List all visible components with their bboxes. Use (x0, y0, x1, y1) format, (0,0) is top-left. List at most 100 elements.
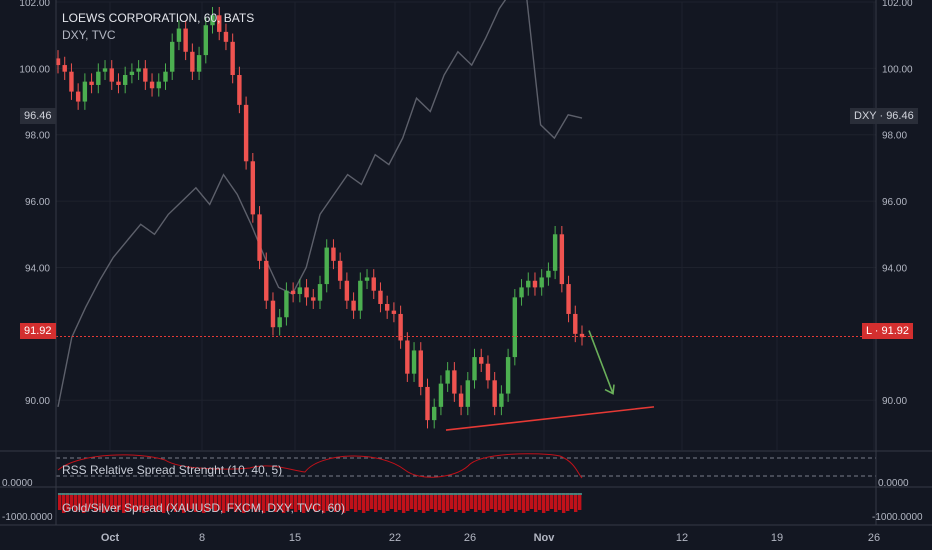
candle-body (230, 41, 235, 76)
candle-body (304, 287, 309, 298)
candle-body (82, 81, 88, 102)
gold-silver-bar (438, 493, 442, 510)
candle-body (552, 234, 558, 271)
candle-body (445, 370, 450, 384)
y-tick-label-left: 90.00 (25, 396, 50, 407)
gold-silver-bar (422, 493, 426, 513)
candle-body (102, 68, 108, 72)
candle-body (75, 91, 81, 102)
current-price-right-label: L · 91.92 (862, 323, 914, 339)
gold-silver-bar (366, 493, 370, 511)
dxy-left-label: 96.46 (20, 108, 56, 124)
gold-silver-bar (382, 493, 386, 513)
candle-body (351, 300, 356, 311)
candle-body (465, 380, 470, 407)
candle-body (411, 350, 417, 374)
gold-silver-bar (570, 493, 574, 509)
candle-body (344, 280, 350, 301)
gold-silver-bar (454, 493, 458, 512)
x-tick-label: 26 (868, 532, 880, 544)
candle-body (297, 287, 303, 295)
gold-silver-bar (510, 493, 514, 509)
candle-body (512, 297, 518, 358)
gold-silver-bar (494, 493, 498, 512)
gold-silver-bar (410, 493, 414, 509)
candle-body (331, 247, 336, 261)
candle-body (277, 317, 282, 328)
gold-silver-bar (402, 493, 406, 513)
candle-body (371, 277, 376, 291)
candle-body (479, 357, 484, 364)
gold-silver-bar (434, 493, 438, 512)
y-tick-label-left: 96.00 (25, 197, 50, 208)
rss-scale-right: 0.0000 (878, 478, 909, 489)
gold-silver-bar (538, 493, 542, 510)
candle-body (109, 68, 114, 82)
candle-body (546, 270, 551, 278)
candle-body (405, 340, 410, 374)
gold-silver-bar (450, 493, 454, 509)
candle-body (170, 41, 175, 72)
candle-body (425, 386, 430, 421)
x-tick-label: 22 (389, 532, 401, 544)
candle-body (149, 81, 155, 89)
gold-silver-bar (566, 493, 570, 511)
candle-body (432, 406, 437, 421)
gold-silver-bar (498, 493, 502, 510)
gold-silver-bar (478, 493, 482, 510)
candle-body (156, 81, 161, 89)
gold-silver-bar (370, 493, 374, 509)
y-tick-label-right: 90.00 (882, 396, 907, 407)
y-tick-label-left: 94.00 (25, 263, 50, 274)
gs-scale-right: -1000.0000 (872, 512, 923, 523)
gold-silver-bar (354, 493, 358, 512)
x-tick-label: Oct (101, 532, 120, 544)
gold-silver-bar (462, 493, 466, 513)
gold-silver-bar (430, 493, 434, 509)
candle-body (418, 350, 423, 387)
gold-silver-bar (574, 493, 578, 512)
gold-silver-bar (514, 493, 518, 512)
gold-silver-bar (554, 493, 558, 512)
y-tick-label-right: 96.00 (882, 197, 907, 208)
candle-body (458, 393, 464, 407)
rss-indicator-label[interactable]: RSS Relative Spread Strenght (10, 40, 5) (62, 463, 282, 477)
gold-silver-bar (390, 493, 394, 509)
gold-silver-bar (358, 493, 362, 510)
x-tick-label: 15 (289, 532, 301, 544)
candle-body (539, 277, 544, 288)
x-tick-label: 26 (464, 532, 476, 544)
candle-body (438, 383, 444, 407)
candle-body (391, 310, 397, 314)
candle-body (136, 68, 141, 72)
gold-silver-bar (386, 493, 390, 511)
gold-silver-bar (426, 493, 430, 511)
candle-body (311, 297, 316, 301)
rss-scale-left: 0.0000 (2, 478, 33, 489)
gold-silver-bar (394, 493, 398, 512)
candle-body (559, 234, 565, 285)
gold-silver-bar (374, 493, 378, 512)
candle-body (264, 260, 269, 301)
gold-silver-indicator-label[interactable]: Gold/Silver Spread (XAUUSD, FXCM, DXY, T… (62, 501, 345, 515)
y-tick-label-left: 98.00 (25, 131, 50, 142)
gold-silver-bar (562, 493, 566, 513)
gold-silver-bar (414, 493, 418, 512)
candle-body (364, 277, 370, 281)
gold-silver-bar (418, 493, 422, 510)
gold-silver-bar (546, 493, 550, 511)
candle-body (190, 51, 195, 72)
candle-body (257, 214, 262, 261)
candle-body (62, 65, 67, 72)
candle-body (573, 313, 578, 334)
symbol-title[interactable]: LOEWS CORPORATION, 60, BATS (62, 10, 254, 27)
gold-silver-bar (502, 493, 506, 513)
gold-silver-bar (486, 493, 490, 511)
y-tick-label-left: 100.00 (19, 64, 50, 75)
gold-silver-bar (474, 493, 478, 512)
candle-body (566, 284, 571, 314)
candle-body (96, 71, 101, 85)
candle-body (492, 380, 497, 407)
overlay-title[interactable]: DXY, TVC (62, 27, 254, 44)
dxy-line (57, 0, 583, 408)
